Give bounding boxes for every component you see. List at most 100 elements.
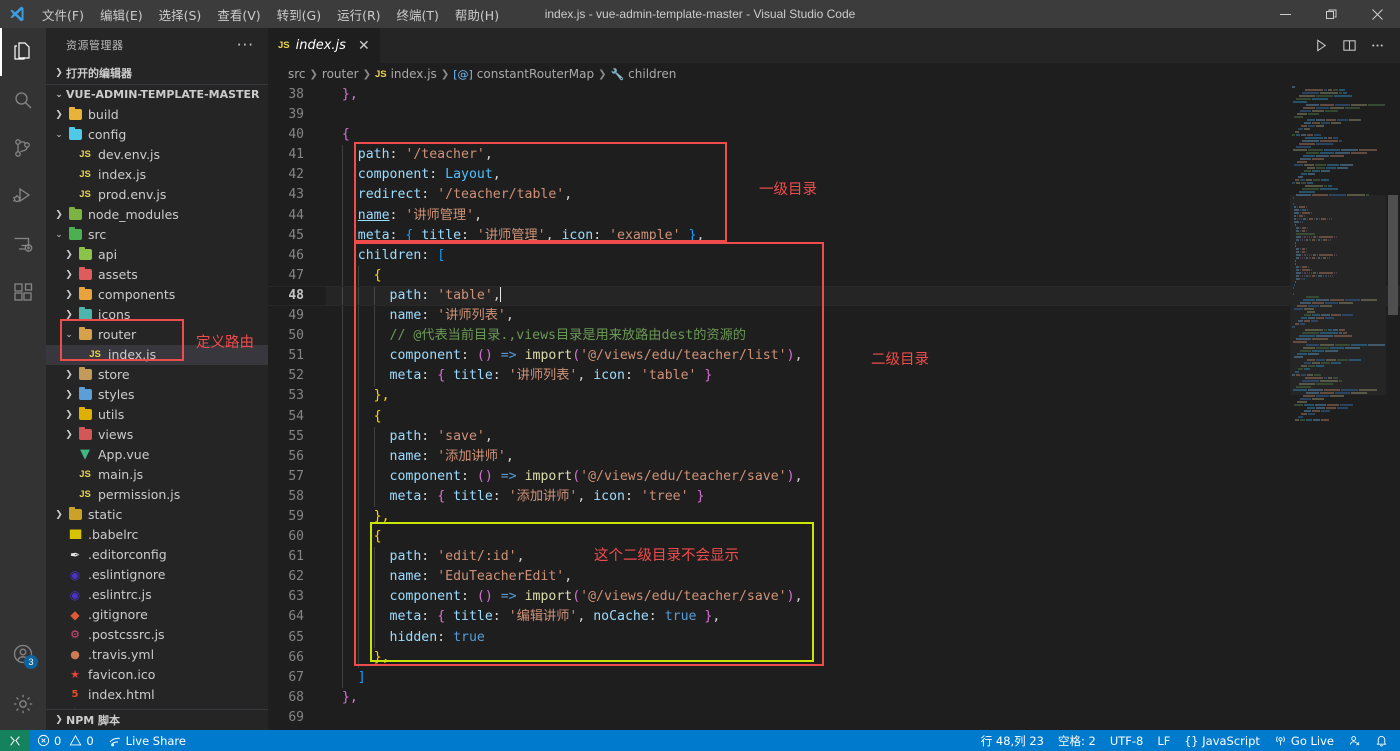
- chevron-right-icon[interactable]: ❯: [52, 110, 66, 120]
- chevron-right-icon[interactable]: ❯: [62, 390, 76, 400]
- code-line[interactable]: },: [326, 648, 1400, 668]
- code-line[interactable]: component: () => import('@/views/edu/tea…: [326, 467, 1400, 487]
- tree-item-prod-env-js[interactable]: JS prod.env.js: [46, 185, 268, 205]
- tree-item-api[interactable]: ❯ api: [46, 245, 268, 265]
- tree-item--editorconfig[interactable]: ✒ .editorconfig: [46, 545, 268, 565]
- code-line[interactable]: {: [326, 266, 1400, 286]
- code-line[interactable]: [326, 708, 1400, 728]
- code-line[interactable]: path: 'table',: [268, 285, 1400, 307]
- chevron-right-icon[interactable]: ❯: [62, 410, 76, 420]
- code-line[interactable]: name: '讲师列表',: [326, 306, 1400, 326]
- status-problems[interactable]: 0 0: [30, 730, 101, 751]
- code-line[interactable]: hidden: true: [326, 628, 1400, 648]
- tree-item-icons[interactable]: ❯ icons: [46, 305, 268, 325]
- code-line[interactable]: {: [326, 407, 1400, 427]
- explorer-more-actions-icon[interactable]: ···: [237, 36, 260, 54]
- code-line[interactable]: children: [: [326, 246, 1400, 266]
- editor-vertical-scrollbar[interactable]: [1386, 85, 1400, 730]
- tree-item-build[interactable]: ❯ build: [46, 105, 268, 125]
- tree-item-styles[interactable]: ❯ styles: [46, 385, 268, 405]
- breadcrumb-router[interactable]: router: [322, 67, 359, 81]
- tree-item-components[interactable]: ❯ components: [46, 285, 268, 305]
- code-content[interactable]: }, { path: '/teacher', component: Layout…: [268, 85, 1400, 730]
- tree-item-config[interactable]: ⌄ config: [46, 125, 268, 145]
- close-icon[interactable]: [1354, 0, 1400, 28]
- menu-help[interactable]: 帮助(H): [447, 1, 507, 28]
- code-line[interactable]: path: 'save',: [326, 427, 1400, 447]
- tree-item-store[interactable]: ❯ store: [46, 365, 268, 385]
- activity-run-debug[interactable]: [0, 172, 46, 220]
- activity-extensions[interactable]: [0, 268, 46, 316]
- tree-item-static[interactable]: ❯ static: [46, 505, 268, 525]
- status-cursor-position[interactable]: 行 48,列 23: [974, 730, 1051, 751]
- menu-bar[interactable]: 文件(F) 编辑(E) 选择(S) 查看(V) 转到(G) 运行(R) 终端(T…: [34, 0, 507, 28]
- tree-item-index-html[interactable]: 5 index.html: [46, 685, 268, 705]
- breadcrumb-constant-router-map[interactable]: [@] constantRouterMap: [453, 67, 594, 81]
- breadcrumb-src[interactable]: src: [288, 67, 306, 81]
- chevron-right-icon[interactable]: ❯: [62, 310, 76, 320]
- minimap[interactable]: [1290, 85, 1386, 730]
- activity-accounts[interactable]: 3: [0, 630, 46, 678]
- menu-terminal[interactable]: 终端(T): [389, 1, 447, 28]
- more-actions-ellipsis-icon[interactable]: [1364, 33, 1390, 59]
- code-line[interactable]: [326, 105, 1400, 125]
- status-encoding[interactable]: UTF-8: [1103, 730, 1151, 751]
- npm-scripts-section[interactable]: ❯ NPM 脚本: [46, 708, 268, 730]
- menu-file[interactable]: 文件(F): [34, 1, 92, 28]
- split-editor-icon[interactable]: [1336, 33, 1362, 59]
- tab-index-js[interactable]: JS index.js ✕: [268, 28, 381, 63]
- code-line[interactable]: },: [326, 85, 1400, 105]
- tree-item--eslintignore[interactable]: ◉ .eslintignore: [46, 565, 268, 585]
- activity-search[interactable]: [0, 76, 46, 124]
- code-line[interactable]: name: '讲师管理',: [326, 206, 1400, 226]
- tree-item--babelrc[interactable]: ██ .babelrc: [46, 525, 268, 545]
- tree-item--eslintrc-js[interactable]: ◉ .eslintrc.js: [46, 585, 268, 605]
- code-line[interactable]: path: 'edit/:id',: [326, 547, 1400, 567]
- menu-run[interactable]: 运行(R): [329, 1, 388, 28]
- chevron-right-icon[interactable]: ❯: [62, 270, 76, 280]
- activity-source-control[interactable]: [0, 124, 46, 172]
- status-feedback[interactable]: [1341, 730, 1368, 751]
- tree-item-node-modules[interactable]: ❯ node_modules: [46, 205, 268, 225]
- breadcrumb-children[interactable]: 🔧 children: [610, 67, 676, 81]
- chevron-right-icon[interactable]: ❯: [62, 290, 76, 300]
- activity-explorer[interactable]: [0, 28, 46, 76]
- menu-view[interactable]: 查看(V): [209, 1, 268, 28]
- code-line[interactable]: name: 'EduTeacherEdit',: [326, 567, 1400, 587]
- tree-item--gitignore[interactable]: ◆ .gitignore: [46, 605, 268, 625]
- status-go-live[interactable]: Go Live: [1267, 730, 1341, 751]
- code-line[interactable]: meta: { title: '讲师管理', icon: 'example' }…: [326, 226, 1400, 246]
- workspace-root-row[interactable]: ⌄ VUE-ADMIN-TEMPLATE-MASTER: [46, 83, 268, 105]
- tree-item-src[interactable]: ⌄ src: [46, 225, 268, 245]
- tree-item-favicon-ico[interactable]: ★ favicon.ico: [46, 665, 268, 685]
- activity-remote-explorer[interactable]: [0, 220, 46, 268]
- code-line[interactable]: },: [326, 386, 1400, 406]
- status-language-mode[interactable]: {} JavaScript: [1177, 730, 1267, 751]
- code-line[interactable]: },: [326, 688, 1400, 708]
- tree-item-index-js[interactable]: JS index.js: [46, 165, 268, 185]
- code-line[interactable]: component: () => import('@/views/edu/tea…: [326, 346, 1400, 366]
- code-line[interactable]: name: '添加讲师',: [326, 447, 1400, 467]
- tree-item-app-vue[interactable]: ▼ App.vue: [46, 445, 268, 465]
- tree-item-dev-env-js[interactable]: JS dev.env.js: [46, 145, 268, 165]
- status-eol[interactable]: LF: [1150, 730, 1177, 751]
- menu-edit[interactable]: 编辑(E): [92, 1, 151, 28]
- chevron-right-icon[interactable]: ❯: [62, 250, 76, 260]
- status-indentation[interactable]: 空格: 2: [1051, 730, 1103, 751]
- status-notifications[interactable]: [1368, 730, 1400, 751]
- open-editors-section[interactable]: ❯ 打开的编辑器: [46, 62, 268, 83]
- chevron-right-icon[interactable]: ❯: [52, 210, 66, 220]
- code-line[interactable]: // @代表当前目录.,views目录是用来放路由dest的资源的: [326, 326, 1400, 346]
- breadcrumb-index-js[interactable]: JS index.js: [375, 67, 437, 81]
- restore-icon[interactable]: [1308, 0, 1354, 28]
- activity-manage-gear-icon[interactable]: [0, 678, 46, 730]
- tree-item--travis-yml[interactable]: ● .travis.yml: [46, 645, 268, 665]
- chevron-down-icon[interactable]: ⌄: [52, 230, 66, 240]
- chevron-right-icon[interactable]: ❯: [62, 430, 76, 440]
- file-tree[interactable]: ❯ build ⌄ config JS dev.env.js JS index.js JS pro…: [46, 105, 268, 709]
- code-line[interactable]: meta: { title: '讲师列表', icon: 'table' }: [326, 366, 1400, 386]
- status-live-share[interactable]: Live Share: [101, 730, 193, 751]
- code-editor[interactable]: 38 39 40 41 42 43 44 45 46 47 48 49 50 51 52 53 54 55 56 57…: [268, 85, 1400, 730]
- minimize-icon[interactable]: [1262, 0, 1308, 28]
- run-code-play-icon[interactable]: [1308, 33, 1334, 59]
